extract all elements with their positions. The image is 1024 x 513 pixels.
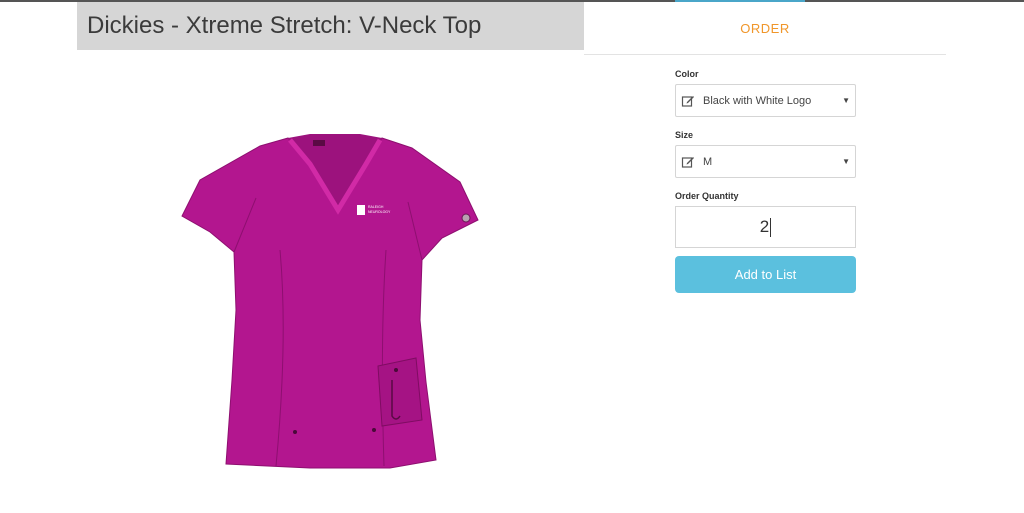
chest-logo-line-2: NEUROLOGY (368, 210, 391, 214)
caret-down-icon: ▼ (842, 157, 850, 166)
color-select-value: Black with White Logo (703, 94, 812, 107)
caret-down-icon: ▼ (842, 96, 850, 105)
text-cursor (770, 217, 772, 237)
v-neck-scrub-top-icon: RALEIGH NEUROLOGY (181, 134, 479, 469)
size-select[interactable]: M ▼ (675, 145, 856, 178)
edit-icon (681, 155, 695, 169)
size-label: Size (675, 130, 694, 140)
order-form: Color Black with White Logo ▼ Size M ▼ O… (675, 68, 856, 293)
quantity-input[interactable]: 2 (675, 206, 856, 248)
tab-order[interactable]: ORDER (584, 2, 946, 55)
quantity-label: Order Quantity (675, 191, 739, 201)
chest-logo-line-1: RALEIGH (368, 205, 384, 209)
size-select-value: M (703, 155, 713, 168)
color-label: Color (675, 69, 699, 79)
product-title: Dickies - Xtreme Stretch: V-Neck Top (87, 12, 482, 39)
edit-icon (681, 94, 695, 108)
add-to-list-button[interactable]: Add to List (675, 256, 856, 293)
quantity-value: 2 (759, 217, 770, 236)
tab-order-label: ORDER (740, 20, 790, 36)
product-image: RALEIGH NEUROLOGY (160, 120, 500, 480)
color-select[interactable]: Black with White Logo ▼ (675, 84, 856, 117)
product-title-bar: Dickies - Xtreme Stretch: V-Neck Top (77, 2, 584, 50)
